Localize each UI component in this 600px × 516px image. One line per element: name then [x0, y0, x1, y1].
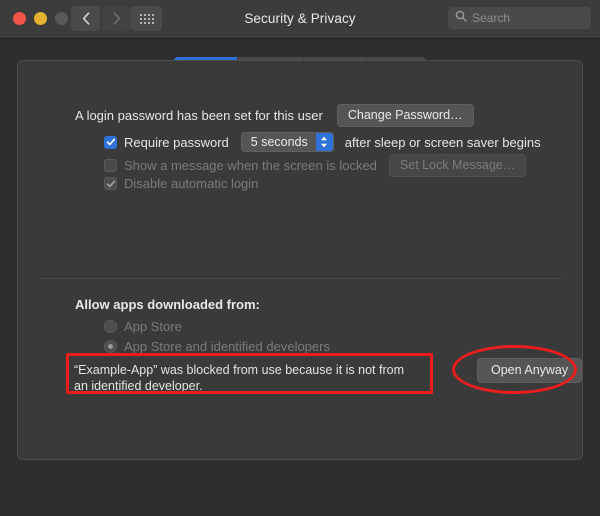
radio-app-store	[104, 320, 117, 333]
stepper-arrows-icon[interactable]	[316, 133, 333, 151]
require-password-checkbox[interactable]	[104, 136, 117, 149]
show-all-preferences-button[interactable]	[131, 6, 162, 31]
radio-identified-developers	[104, 340, 117, 353]
show-lock-message-label: Show a message when the screen is locked	[124, 158, 377, 173]
radio-selected-dot-icon	[108, 344, 113, 349]
open-anyway-button[interactable]: Open Anyway	[477, 358, 582, 383]
allow-apps-label: Allow apps downloaded from:	[75, 297, 260, 312]
show-lock-message-row: Show a message when the screen is locked…	[104, 154, 526, 177]
set-lock-message-button: Set Lock Message…	[389, 154, 526, 177]
radio-identified-developers-label: App Store and identified developers	[124, 339, 330, 354]
blocked-app-message: “Example-App” was blocked from use becau…	[74, 362, 414, 394]
window-bottom-bar: Click the lock to make changes. Advanced…	[0, 466, 600, 516]
chevron-left-icon	[82, 12, 90, 25]
search-field[interactable]: Search	[448, 7, 591, 29]
chevron-right-icon	[113, 12, 121, 25]
navigation-buttons	[71, 6, 131, 31]
allow-option-identified-developers: App Store and identified developers	[104, 339, 330, 354]
forward-button	[102, 6, 131, 31]
show-lock-message-checkbox	[104, 159, 117, 172]
back-button[interactable]	[71, 6, 100, 31]
require-password-trailing-text: after sleep or screen saver begins	[345, 135, 541, 150]
checkmark-icon	[106, 179, 116, 189]
login-password-text: A login password has been set for this u…	[75, 108, 323, 123]
section-divider	[40, 278, 562, 279]
window-titlebar: Security & Privacy Search	[0, 0, 600, 39]
maximize-window-button	[55, 12, 68, 25]
disable-automatic-login-row: Disable automatic login	[104, 176, 258, 191]
disable-automatic-login-checkbox	[104, 177, 117, 190]
security-privacy-window: Security & Privacy Search General FileVa…	[0, 0, 600, 516]
grid-icon	[140, 14, 154, 24]
general-pane: A login password has been set for this u…	[17, 60, 583, 460]
require-password-delay-value: 5 seconds	[242, 135, 316, 149]
require-password-row: Require password 5 seconds after sleep o…	[104, 132, 541, 152]
login-password-row: A login password has been set for this u…	[75, 104, 474, 127]
change-password-button[interactable]: Change Password…	[337, 104, 474, 127]
checkmark-icon	[106, 137, 116, 147]
disable-automatic-login-label: Disable automatic login	[124, 176, 258, 191]
require-password-label: Require password	[124, 135, 229, 150]
window-controls	[13, 12, 68, 25]
radio-app-store-label: App Store	[124, 319, 182, 334]
allow-option-app-store: App Store	[104, 319, 182, 334]
search-icon	[455, 9, 467, 27]
minimize-window-button[interactable]	[34, 12, 47, 25]
search-placeholder: Search	[472, 11, 510, 25]
close-window-button[interactable]	[13, 12, 26, 25]
require-password-delay-popup[interactable]: 5 seconds	[241, 132, 334, 152]
